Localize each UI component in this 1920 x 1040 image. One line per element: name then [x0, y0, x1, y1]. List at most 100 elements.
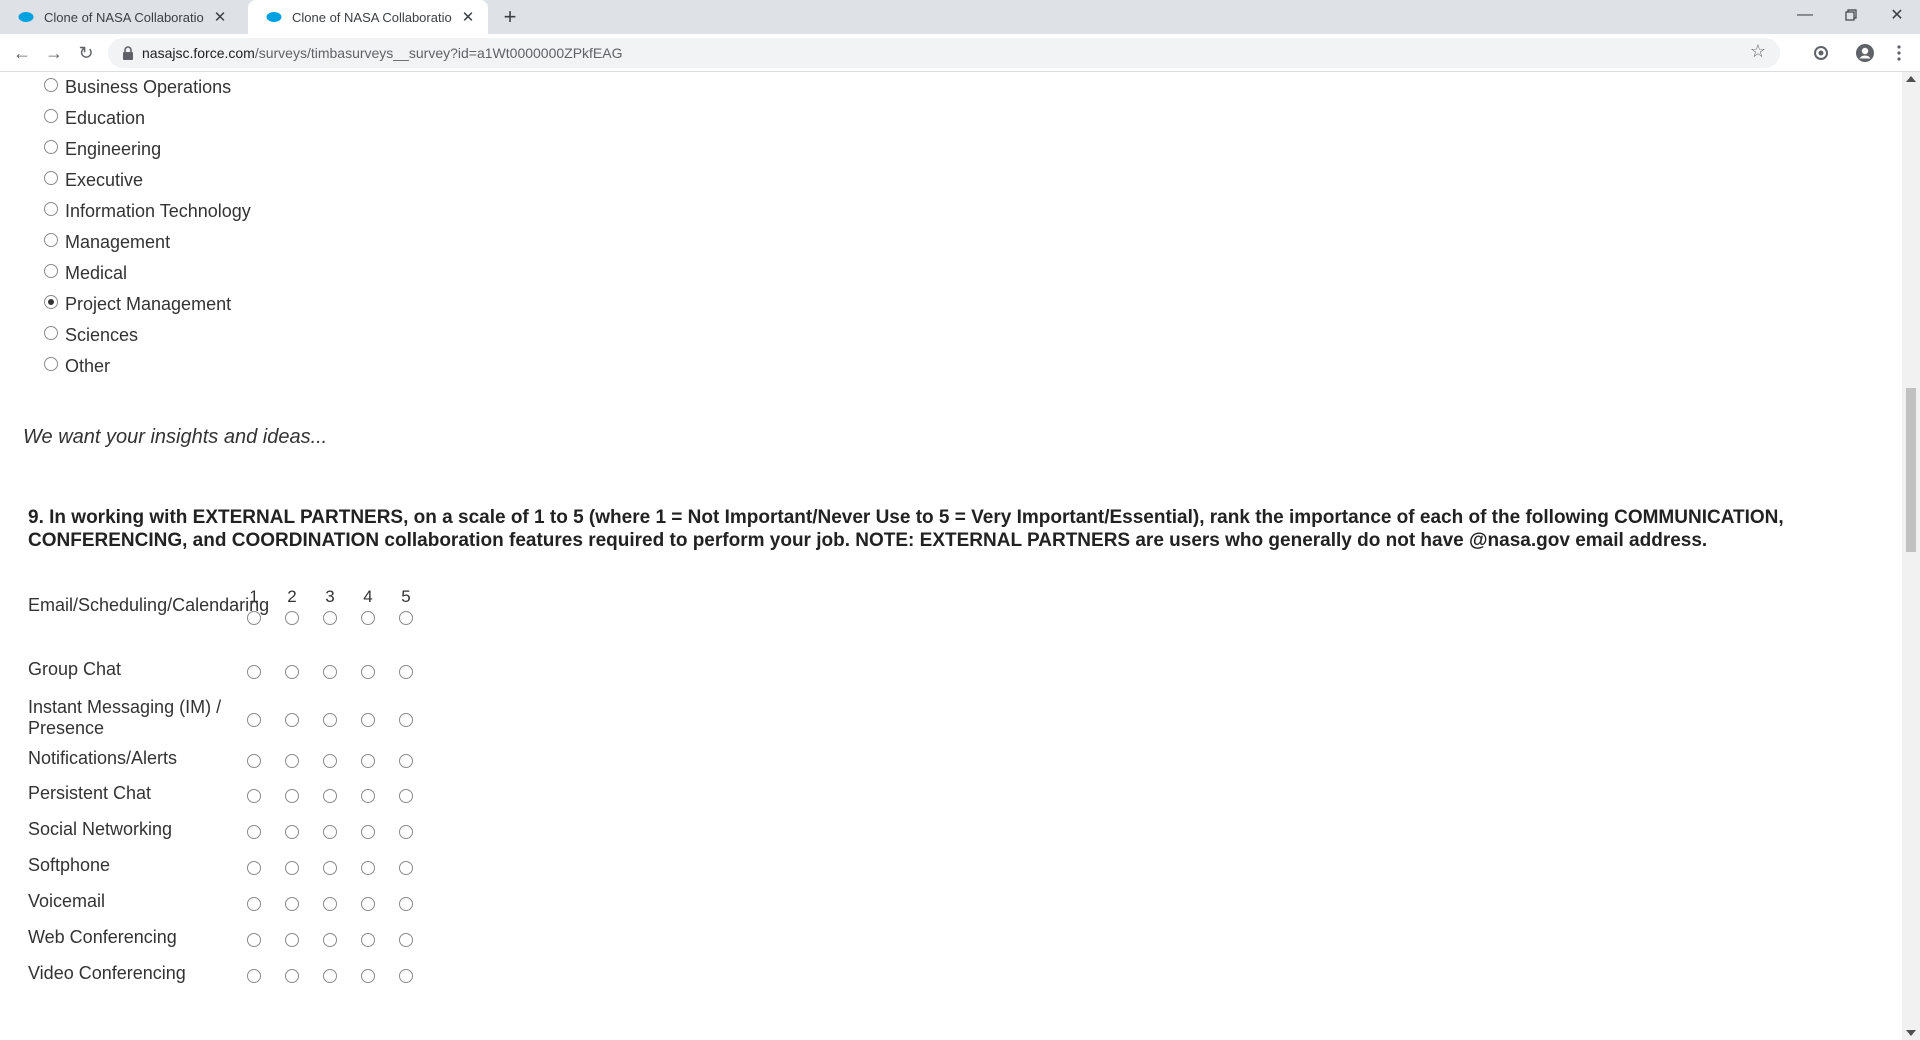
rating-radio-2[interactable] — [285, 713, 299, 727]
rating-radio-2[interactable] — [285, 611, 299, 625]
radio-button[interactable] — [44, 263, 58, 278]
rating-radio-1[interactable] — [247, 933, 261, 947]
rating-radio-1[interactable] — [247, 825, 261, 839]
rating-radio-4[interactable] — [361, 969, 375, 983]
browser-tab-1[interactable]: Clone of NASA Collaboration Fee ✕ — [0, 0, 240, 34]
rating-radio-3[interactable] — [323, 969, 337, 983]
rating-radio-2[interactable] — [285, 933, 299, 947]
rating-radio-2[interactable] — [285, 969, 299, 983]
rating-radio-1[interactable] — [247, 754, 261, 768]
rating-radio-2[interactable] — [285, 789, 299, 803]
radio-button[interactable] — [44, 170, 58, 185]
rating-radio-2[interactable] — [285, 861, 299, 875]
close-icon[interactable]: ✕ — [458, 7, 478, 27]
rating-radio-4[interactable] — [361, 789, 375, 803]
window-close-icon[interactable]: ✕ — [1874, 0, 1920, 30]
rating-radio-3[interactable] — [323, 665, 337, 679]
back-arrow-icon[interactable]: ← — [8, 39, 36, 67]
rating-radio-4[interactable] — [361, 933, 375, 947]
matrix-row-label: Web Conferencing — [28, 927, 177, 947]
radio-option[interactable]: Engineering — [44, 134, 251, 165]
matrix-row-label: Email/Scheduling/Calendaring — [28, 595, 270, 615]
rating-radio-5[interactable] — [399, 665, 413, 679]
rating-radio-3[interactable] — [323, 861, 337, 875]
salesforce-cloud-icon — [18, 12, 34, 22]
rating-radio-4[interactable] — [361, 611, 375, 625]
scroll-down-arrow-icon[interactable] — [1906, 1030, 1916, 1036]
rating-radio-1[interactable] — [247, 861, 261, 875]
rating-radio-3[interactable] — [323, 933, 337, 947]
radio-option[interactable]: Other — [44, 351, 251, 382]
matrix-row-label: Group Chat — [28, 659, 122, 679]
browser-tab-2[interactable]: Clone of NASA Collaboration Fee ✕ — [248, 0, 488, 34]
rating-radio-4[interactable] — [361, 754, 375, 768]
radio-button[interactable] — [44, 232, 58, 247]
vertical-scrollbar[interactable] — [1902, 72, 1920, 1040]
close-icon[interactable]: ✕ — [210, 7, 230, 27]
radio-option[interactable]: Medical — [44, 258, 251, 289]
radio-option[interactable]: Sciences — [44, 320, 251, 351]
radio-label: Sciences — [65, 325, 139, 345]
page-content: Business Operations Education Engineerin… — [0, 72, 1902, 1040]
rating-radio-5[interactable] — [399, 754, 413, 768]
radio-button[interactable] — [44, 77, 58, 92]
rating-radio-5[interactable] — [399, 933, 413, 947]
radio-button-selected[interactable] — [44, 294, 58, 309]
radio-option[interactable]: Management — [44, 227, 251, 258]
radio-option[interactable]: Information Technology — [44, 196, 251, 227]
rating-radio-4[interactable] — [361, 665, 375, 679]
bookmark-star-icon[interactable]: ☆ — [1750, 41, 1766, 62]
rating-radio-1[interactable] — [247, 713, 261, 727]
rating-radio-3[interactable] — [323, 897, 337, 911]
restore-icon[interactable] — [1828, 0, 1874, 30]
rating-radio-5[interactable] — [399, 861, 413, 875]
radio-button[interactable] — [44, 356, 58, 371]
rating-radio-1[interactable] — [247, 611, 261, 625]
rating-radio-5[interactable] — [399, 969, 413, 983]
radio-button[interactable] — [44, 139, 58, 154]
url-host: nasajsc.force.com — [142, 45, 255, 61]
minimize-icon[interactable]: — — [1782, 0, 1828, 30]
rating-radio-2[interactable] — [285, 825, 299, 839]
profile-avatar-icon[interactable] — [1854, 42, 1876, 64]
scrollbar-thumb[interactable] — [1906, 388, 1916, 552]
rating-radio-1[interactable] — [247, 969, 261, 983]
rating-radio-3[interactable] — [323, 825, 337, 839]
scroll-up-arrow-icon[interactable] — [1906, 76, 1916, 82]
rating-radio-1[interactable] — [247, 665, 261, 679]
new-tab-button[interactable]: + — [498, 4, 522, 29]
rating-radio-4[interactable] — [361, 825, 375, 839]
rating-radio-5[interactable] — [399, 825, 413, 839]
rating-radio-3[interactable] — [323, 789, 337, 803]
rating-radio-4[interactable] — [361, 897, 375, 911]
rating-radio-4[interactable] — [361, 861, 375, 875]
forward-arrow-icon[interactable]: → — [40, 39, 68, 67]
radio-option[interactable]: Business Operations — [44, 72, 251, 103]
rating-radio-2[interactable] — [285, 665, 299, 679]
rating-radio-4[interactable] — [361, 713, 375, 727]
rating-radio-5[interactable] — [399, 611, 413, 625]
rating-radio-1[interactable] — [247, 789, 261, 803]
radio-option[interactable]: Project Management — [44, 289, 251, 320]
matrix-row-label: Social Networking — [28, 819, 173, 839]
reload-icon[interactable]: ↻ — [72, 39, 100, 67]
rating-radio-2[interactable] — [285, 754, 299, 768]
radio-label: Other — [65, 356, 111, 376]
rating-radio-3[interactable] — [323, 713, 337, 727]
rating-radio-2[interactable] — [285, 897, 299, 911]
radio-button[interactable] — [44, 325, 58, 340]
radio-option[interactable]: Education — [44, 103, 251, 134]
rating-radio-5[interactable] — [399, 789, 413, 803]
radio-button[interactable] — [44, 108, 58, 123]
radio-button[interactable] — [44, 201, 58, 216]
rating-radio-1[interactable] — [247, 897, 261, 911]
menu-kebab-icon[interactable] — [1888, 42, 1910, 64]
extension-icon[interactable] — [1810, 42, 1832, 64]
rating-radio-5[interactable] — [399, 897, 413, 911]
rating-radio-5[interactable] — [399, 713, 413, 727]
rating-radio-3[interactable] — [323, 611, 337, 625]
address-bar[interactable]: nasajsc.force.com/surveys/timbasurveys__… — [108, 38, 1780, 68]
radio-option[interactable]: Executive — [44, 165, 251, 196]
rating-radio-3[interactable] — [323, 754, 337, 768]
job-category-radio-group: Business Operations Education Engineerin… — [44, 72, 251, 382]
